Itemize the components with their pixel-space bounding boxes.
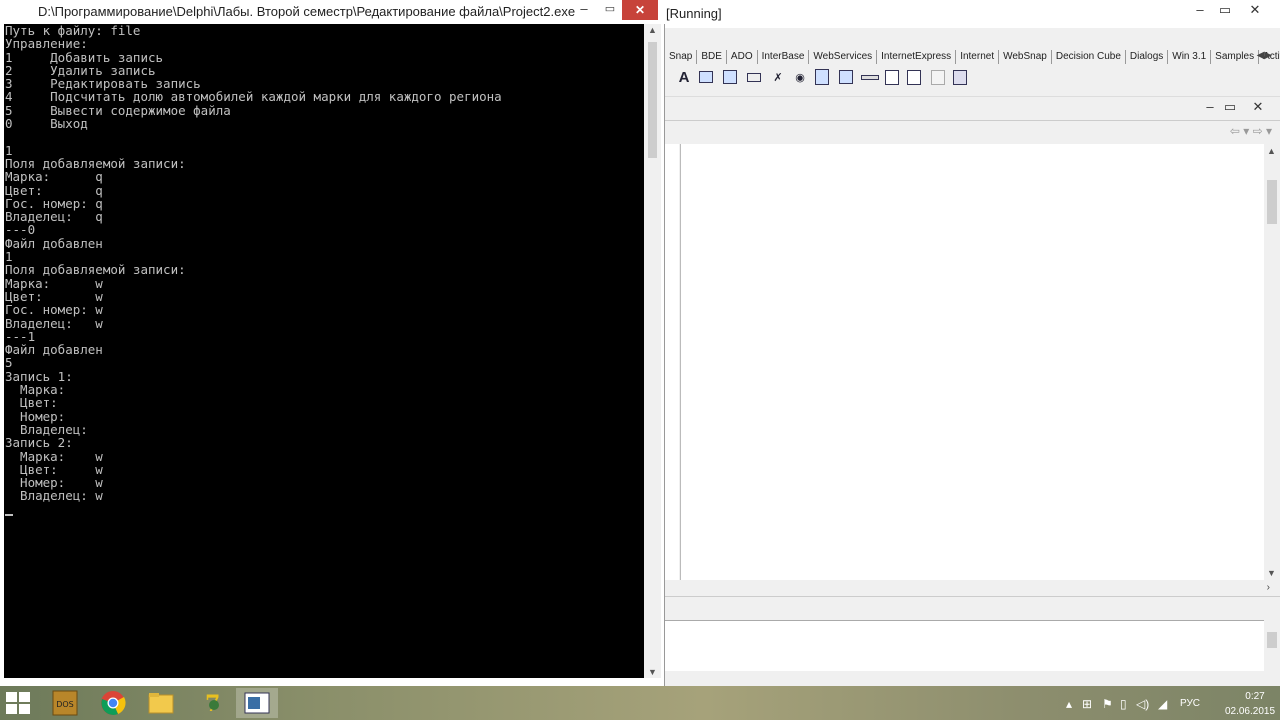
- palette-tab[interactable]: BDE: [697, 50, 727, 64]
- clock-time[interactable]: 0:27: [1232, 691, 1278, 702]
- windows-logo-pane: [19, 704, 30, 714]
- console-maximize-button[interactable]: ▭: [598, 0, 622, 20]
- scroll-down-icon[interactable]: ▼: [1267, 568, 1276, 578]
- scroll-up-icon[interactable]: ▲: [648, 25, 657, 35]
- action-center-flag-icon[interactable]: ⚑: [1102, 697, 1113, 711]
- start-button[interactable]: [6, 692, 32, 716]
- chrome-icon[interactable]: [92, 688, 134, 718]
- console-line: Файл добавлен: [5, 342, 103, 358]
- console-minimize-button[interactable]: –: [570, 0, 598, 20]
- palette-tab[interactable]: WebServices: [809, 50, 878, 64]
- windows-logo-pane: [6, 692, 17, 702]
- component-palette-tabs: Snap BDE ADO InterBase WebServices InternetEx…: [665, 50, 1280, 66]
- console-app-icon[interactable]: [236, 688, 278, 718]
- scroll-right-icon[interactable]: ›: [1267, 582, 1270, 593]
- actionlist-icon[interactable]: [951, 68, 969, 86]
- palette-tab[interactable]: InterBase: [758, 50, 810, 64]
- scroll-thumb[interactable]: [1267, 180, 1277, 224]
- panel-icon[interactable]: [929, 68, 947, 86]
- dosbox-icon[interactable]: DOS: [44, 688, 86, 718]
- console-line: 0 Выход: [5, 116, 88, 132]
- volume-icon[interactable]: ◁): [1136, 697, 1149, 711]
- messages-scrollbar[interactable]: [1264, 620, 1280, 670]
- ide-status-area: [665, 596, 1280, 621]
- ide-title: [Running]: [666, 6, 722, 21]
- editor-vertical-scrollbar[interactable]: ▲ ▼: [1264, 144, 1280, 580]
- messages-scroll-thumb[interactable]: [1267, 632, 1277, 648]
- console-line: Файл добавлен: [5, 235, 103, 251]
- delphi-icon[interactable]: 7: [188, 688, 230, 718]
- palette-tab[interactable]: Internet: [956, 50, 1000, 64]
- windows-logo-pane: [6, 704, 17, 714]
- ide-close-button[interactable]: ✕: [1240, 0, 1270, 20]
- groupbox-icon[interactable]: [883, 68, 901, 86]
- sub-close-button[interactable]: ✕: [1243, 97, 1273, 117]
- palette-tab[interactable]: Samples: [1211, 50, 1260, 64]
- radiobutton-icon[interactable]: ◉: [791, 68, 809, 86]
- messages-panel: [665, 620, 1264, 671]
- palette-tab[interactable]: Dialogs: [1126, 50, 1169, 64]
- editor-gutter: [665, 144, 679, 580]
- console-line: Владелец: w: [5, 488, 103, 504]
- radiogroup-icon[interactable]: [905, 68, 923, 86]
- listbox-icon[interactable]: [813, 68, 831, 86]
- label-icon[interactable]: A: [675, 68, 693, 86]
- console-output-text: Путь к файлу: file Управление: 1 Добавит…: [4, 24, 644, 503]
- console-scroll-thumb[interactable]: [648, 42, 657, 158]
- sub-maximize-button[interactable]: ▭: [1215, 97, 1245, 117]
- console-title: D:\Программирование\Delphi\Лабы. Второй …: [38, 4, 576, 19]
- checkbox-icon[interactable]: ✗: [769, 68, 787, 86]
- code-editor[interactable]: [680, 144, 1266, 580]
- device-icon[interactable]: ▯: [1120, 697, 1127, 711]
- console-vertical-scrollbar[interactable]: ▲ ▼: [644, 24, 661, 678]
- scroll-up-icon[interactable]: ▲: [1267, 146, 1276, 156]
- palette-tab[interactable]: WebSnap: [999, 50, 1052, 64]
- palette-tab[interactable]: InternetExpress: [877, 50, 957, 64]
- text-cursor: [5, 514, 13, 516]
- input-language[interactable]: РУС: [1180, 698, 1200, 709]
- palette-tabs-scroll[interactable]: ◀▶: [1257, 50, 1272, 61]
- scrollbar-icon[interactable]: [861, 68, 879, 86]
- edit-icon[interactable]: [697, 68, 715, 86]
- ide-sub-window-bar: – ▭ ✕: [665, 96, 1280, 117]
- ide-maximize-button[interactable]: ▭: [1210, 0, 1240, 20]
- windows-logo-pane: [19, 692, 30, 702]
- scroll-down-icon[interactable]: ▼: [648, 667, 657, 677]
- svg-text:DOS: DOS: [56, 700, 74, 709]
- console-output-area[interactable]: Путь к файлу: file Управление: 1 Добавит…: [4, 24, 644, 678]
- show-hidden-icons-icon[interactable]: ▴: [1066, 697, 1072, 711]
- button-icon[interactable]: [745, 68, 763, 86]
- editor-navigation-bar: ⇦ ▾ ⇨ ▾: [665, 120, 1280, 143]
- palette-tab[interactable]: Win 3.1: [1168, 50, 1212, 64]
- taskbar: DOS 7 ▴ ⊞ ⚑ ▯ ◁) ◢ РУС 0:27 02.06.2015: [0, 686, 1280, 720]
- console-window: D:\Программирование\Delphi\Лабы. Второй …: [0, 0, 665, 686]
- navigation-arrows[interactable]: ⇦ ▾ ⇨ ▾: [1230, 124, 1272, 138]
- network-signal-icon[interactable]: ◢: [1158, 697, 1167, 711]
- console-title-bar: D:\Программирование\Delphi\Лабы. Второй …: [0, 0, 665, 24]
- palette-tab[interactable]: Decision Cube: [1052, 50, 1126, 64]
- system-tray: ▴ ⊞ ⚑ ▯ ◁) ◢ РУС 0:27 02.06.2015: [1060, 686, 1280, 720]
- ide-title-bar: [Running] – ▭ ✕: [665, 0, 1280, 28]
- palette-tab[interactable]: ADO: [727, 50, 758, 64]
- clock-date[interactable]: 02.06.2015: [1222, 706, 1278, 717]
- editor-horizontal-scrollbar[interactable]: ›: [665, 580, 1280, 596]
- file-explorer-icon[interactable]: [140, 688, 182, 718]
- windows-flag-icon[interactable]: ⊞: [1082, 697, 1092, 711]
- memo-icon[interactable]: [721, 68, 739, 86]
- console-close-button[interactable]: ✕: [622, 0, 658, 20]
- combobox-icon[interactable]: [837, 68, 855, 86]
- palette-tab[interactable]: Snap: [665, 50, 698, 64]
